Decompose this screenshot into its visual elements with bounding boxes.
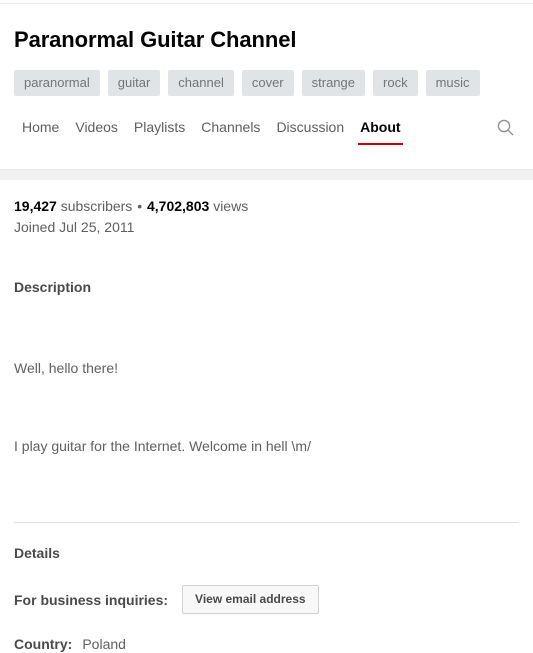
business-inquiries-label: For business inquiries: [14,591,169,608]
detail-row-country: Country: Poland [14,635,519,653]
detail-row-business: For business inquiries: View email addre… [14,585,519,614]
tag-pill-guitar[interactable]: guitar [107,70,161,96]
tag-pill-music[interactable]: music [425,70,480,96]
view-count: 4,702,803 [147,198,210,214]
tag-pill-cover[interactable]: cover [241,70,294,96]
tab-discussion[interactable]: Discussion [268,120,352,145]
tag-pill-rock[interactable]: rock [373,70,418,96]
description-heading: Description [14,279,92,295]
page-title: Paranormal Guitar Channel [14,27,297,52]
channel-stats: 19,427 subscribers • 4,702,803 views Joi… [14,180,519,238]
country-label: Country: [14,636,73,652]
details-divider [14,522,519,523]
channel-nav-tabs: Home Videos Playlists Channels Discussio… [0,109,533,145]
tab-home[interactable]: Home [14,120,67,145]
tag-pill-paranormal[interactable]: paranormal [14,70,100,96]
tag-pill-channel[interactable]: channel [168,70,234,96]
tab-about[interactable]: About [352,120,408,145]
about-content: 19,427 subscribers • 4,702,803 views Joi… [0,180,533,653]
view-email-address-button[interactable]: View email address [182,585,319,614]
channel-about-page: Paranormal Guitar Channel paranormal gui… [0,0,533,652]
tab-channels[interactable]: Channels [193,120,268,145]
subscriber-count: 19,427 [14,198,57,214]
section-separator-band [0,169,533,180]
subscriber-label: subscribers [60,198,133,214]
search-icon [496,118,515,137]
tag-pill-strange[interactable]: strange [301,70,366,96]
tab-playlists[interactable]: Playlists [126,120,193,145]
country-value: Poland [82,636,126,652]
view-label: views [213,198,249,214]
stats-separator: • [137,198,143,214]
channel-header: Paranormal Guitar Channel paranormal gui… [0,4,533,145]
tab-videos[interactable]: Videos [67,120,126,145]
channel-search-button[interactable] [496,118,515,145]
description-paragraph-2: I play guitar for the Internet. Welcome … [14,438,311,454]
joined-date: Joined Jul 25, 2011 [14,219,135,235]
details-heading: Details [14,545,60,561]
description-body: Well, hello there! I play guitar for the… [14,318,519,496]
stats-line-counts: 19,427 subscribers • 4,702,803 views [14,196,519,217]
channel-tag-list: paranormal guitar channel cover strange … [0,54,533,96]
description-paragraph-1: Well, hello there! [14,360,119,376]
